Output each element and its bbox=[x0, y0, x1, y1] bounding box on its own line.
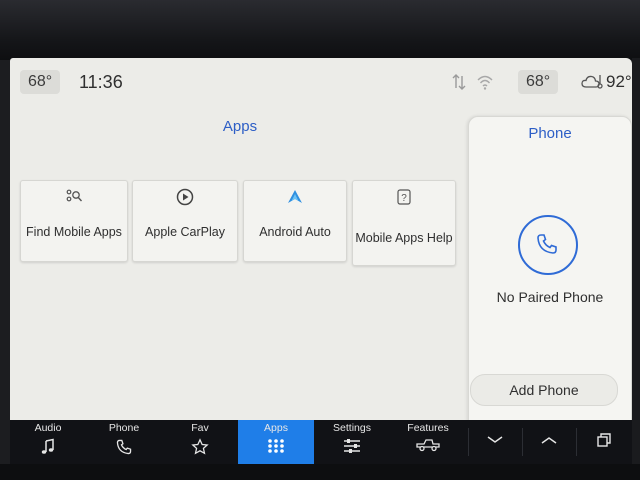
bottom-nav: Audio Phone Fav Apps Settings Features bbox=[10, 420, 632, 464]
grid-icon bbox=[268, 439, 284, 453]
chevron-up-icon bbox=[541, 437, 557, 444]
nav-label: Fav bbox=[191, 422, 209, 434]
apps-title: Apps bbox=[222, 118, 258, 135]
music-note-icon bbox=[41, 438, 54, 454]
phone-panel-title: Phone bbox=[528, 125, 572, 142]
overlapping-windows-icon bbox=[597, 433, 611, 447]
nav-settings[interactable]: Settings bbox=[314, 420, 390, 464]
play-circle-icon bbox=[176, 188, 194, 206]
phone-icon bbox=[537, 234, 557, 254]
star-icon bbox=[191, 438, 209, 455]
chevron-down-icon bbox=[487, 436, 503, 443]
tile-label: Mobile Apps Help bbox=[355, 231, 453, 245]
display-bezel-top bbox=[0, 0, 640, 60]
phone-icon bbox=[116, 439, 132, 455]
tile-label: Find Mobile Apps bbox=[26, 225, 122, 239]
nav-label: Features bbox=[407, 422, 449, 434]
find-apps-icon bbox=[66, 189, 83, 202]
android-auto-tile[interactable]: Android Auto bbox=[243, 180, 347, 262]
nav-windows-button[interactable] bbox=[576, 420, 632, 464]
nav-label: Phone bbox=[108, 422, 140, 434]
phone-call-button[interactable] bbox=[518, 215, 578, 275]
android-auto-icon bbox=[288, 190, 302, 203]
add-phone-button[interactable]: Add Phone bbox=[470, 374, 618, 406]
nav-label: Apps bbox=[264, 422, 288, 434]
nav-audio[interactable]: Audio bbox=[10, 420, 86, 464]
data-transfer-icon bbox=[452, 74, 466, 90]
nav-collapse-button[interactable] bbox=[468, 420, 522, 464]
help-icon: ? bbox=[397, 189, 411, 205]
phone-status: No Paired Phone bbox=[496, 289, 604, 305]
nav-label: Settings bbox=[333, 422, 371, 434]
touchscreen: 68° 11:36 68° 92° Apps Find Mobile Apps bbox=[10, 58, 632, 420]
nav-apps[interactable]: Apps bbox=[238, 420, 314, 464]
apple-carplay-tile[interactable]: Apple CarPlay bbox=[132, 180, 238, 262]
nav-features[interactable]: Features bbox=[390, 420, 466, 464]
nav-phone[interactable]: Phone bbox=[86, 420, 162, 464]
svg-text:?: ? bbox=[401, 193, 407, 204]
clock: 11:36 bbox=[79, 72, 123, 92]
cabin-temp[interactable]: 68° bbox=[20, 70, 61, 94]
mobile-apps-help-tile[interactable]: ? Mobile Apps Help bbox=[352, 180, 456, 266]
truck-icon bbox=[416, 439, 440, 452]
passenger-temp[interactable]: 68° bbox=[518, 70, 559, 94]
status-bar: 68° 11:36 68° 92° bbox=[10, 58, 632, 104]
nav-label: Audio bbox=[34, 422, 62, 434]
nav-expand-button[interactable] bbox=[522, 420, 576, 464]
display-bezel-bottom bbox=[0, 464, 640, 480]
tile-label: Android Auto bbox=[259, 225, 331, 239]
sliders-icon bbox=[344, 439, 360, 453]
wifi-icon bbox=[477, 75, 493, 90]
nav-fav[interactable]: Fav bbox=[162, 420, 238, 464]
weather-cloud-icon bbox=[581, 75, 603, 89]
tile-label: Apple CarPlay bbox=[145, 225, 225, 239]
find-mobile-apps-tile[interactable]: Find Mobile Apps bbox=[20, 180, 128, 262]
display-bezel-right bbox=[632, 58, 640, 464]
outside-temp: 92° bbox=[606, 72, 632, 91]
phone-panel: Phone No Paired Phone Add Phone bbox=[468, 116, 632, 420]
